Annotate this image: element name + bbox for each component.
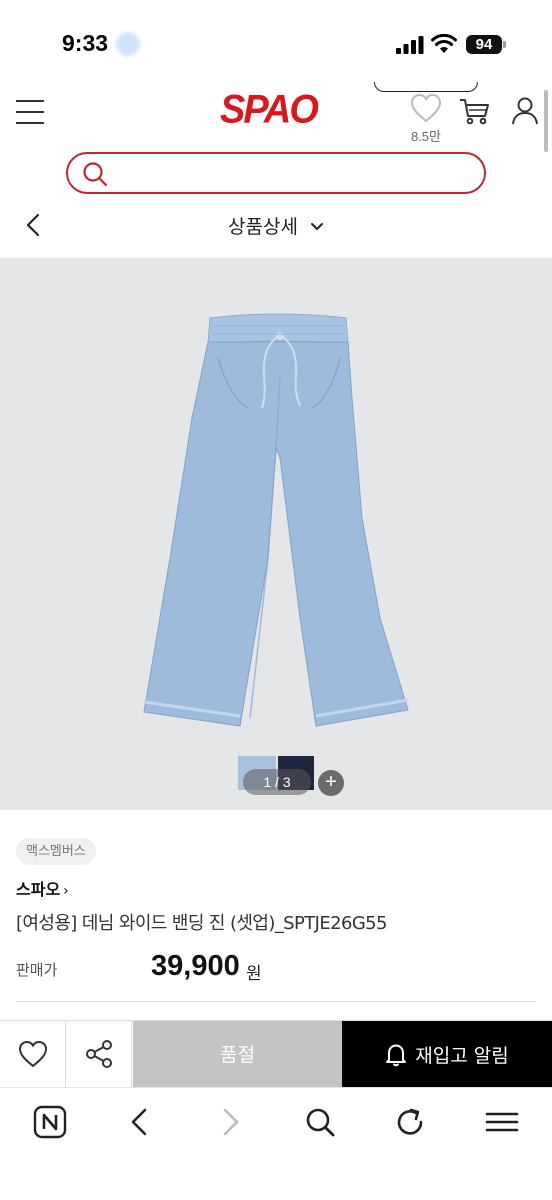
brand-link[interactable]: 스파오 › bbox=[16, 876, 69, 900]
price-unit: 원 bbox=[246, 964, 262, 984]
heart-icon bbox=[410, 93, 442, 123]
share-icon bbox=[86, 1040, 112, 1068]
status-bar: 9:33 94 bbox=[0, 0, 552, 82]
restock-label: 재입고 알림 bbox=[415, 1045, 509, 1067]
search-input[interactable] bbox=[118, 160, 468, 186]
price-label: 판매가 bbox=[16, 961, 58, 979]
page-title: 상품상세 bbox=[228, 216, 298, 238]
chevron-down-icon bbox=[310, 222, 323, 230]
cart-icon[interactable] bbox=[458, 96, 490, 126]
purchase-action-bar: 품절 재입고 알림 bbox=[0, 1020, 552, 1088]
plus-button[interactable]: + bbox=[318, 770, 344, 796]
wishlist-count: 8.5만 bbox=[410, 129, 442, 144]
soldout-button[interactable]: 품절 bbox=[133, 1021, 342, 1088]
user-icon[interactable] bbox=[511, 96, 539, 126]
browser-toolbar bbox=[0, 1087, 552, 1200]
spao-logo[interactable]: SPAO bbox=[220, 88, 319, 133]
hamburger-menu-icon[interactable] bbox=[16, 100, 44, 124]
battery-tip bbox=[503, 41, 506, 48]
chevron-right-icon: › bbox=[63, 883, 69, 899]
page-subheader: 상품상세 bbox=[0, 198, 552, 254]
naver-home-icon[interactable] bbox=[32, 1104, 68, 1140]
product-name: [여성용] 데님 와이드 밴딩 진 (셋업)_SPTJE26G55 bbox=[16, 913, 388, 934]
browser-menu-icon[interactable] bbox=[484, 1104, 520, 1140]
status-indicator-dot bbox=[116, 32, 140, 56]
search-icon bbox=[83, 162, 108, 187]
denim-pants-image bbox=[143, 313, 409, 727]
brand-name: 스파오 bbox=[16, 880, 61, 899]
divider bbox=[16, 1001, 536, 1002]
wifi-icon bbox=[431, 34, 457, 53]
browser-back-icon[interactable] bbox=[122, 1104, 158, 1140]
refresh-icon[interactable] bbox=[392, 1104, 428, 1140]
product-image-gallery[interactable]: 1 / 3 + bbox=[0, 258, 552, 810]
heart-icon bbox=[18, 1040, 48, 1068]
search-bar[interactable] bbox=[66, 152, 486, 194]
browser-forward-icon[interactable] bbox=[212, 1104, 248, 1140]
status-time: 9:33 bbox=[62, 30, 109, 56]
scrollbar[interactable] bbox=[544, 90, 548, 152]
wishlist-button[interactable]: 8.5만 bbox=[404, 86, 448, 146]
page-title-dropdown[interactable]: 상품상세 bbox=[0, 212, 552, 239]
browser-search-icon[interactable] bbox=[302, 1104, 338, 1140]
image-pager: 1 / 3 bbox=[243, 769, 311, 795]
battery-indicator: 94 bbox=[466, 35, 502, 54]
bell-icon bbox=[386, 1044, 407, 1066]
cellular-signal-icon bbox=[396, 36, 424, 54]
price-value: 39,900 bbox=[151, 950, 240, 982]
member-badge: 맥스멤버스 bbox=[16, 838, 96, 865]
site-header: SPAO 8.5만 bbox=[0, 82, 552, 147]
restock-alert-button[interactable]: 재입고 알림 bbox=[342, 1021, 552, 1088]
like-button[interactable] bbox=[0, 1021, 66, 1088]
share-button[interactable] bbox=[66, 1021, 132, 1088]
